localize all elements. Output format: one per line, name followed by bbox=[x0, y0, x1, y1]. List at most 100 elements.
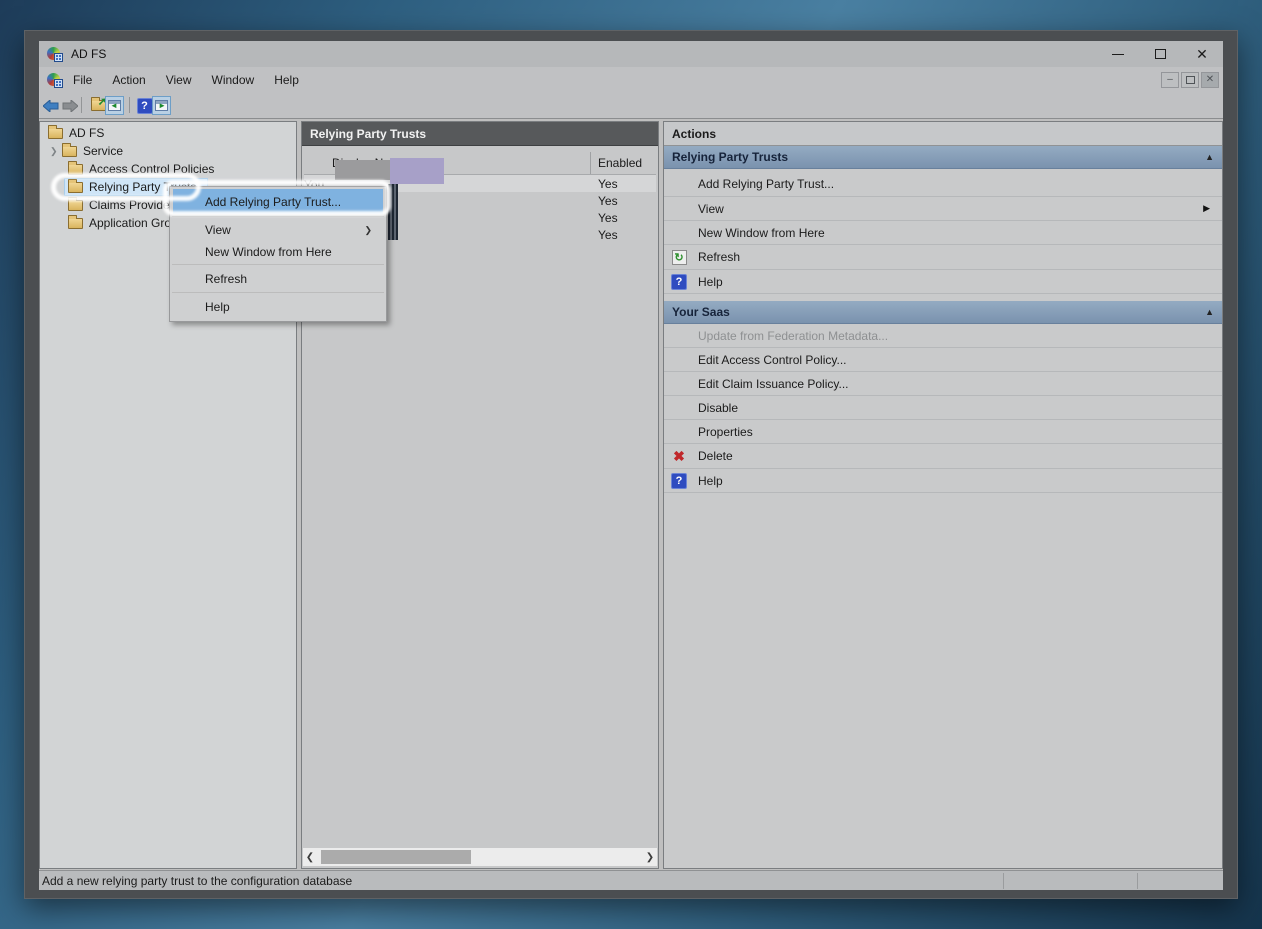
action-edit-claim-issuance-policy[interactable]: Edit Claim Issuance Policy... bbox=[664, 372, 1222, 396]
folder-icon bbox=[68, 182, 83, 193]
column-divider[interactable] bbox=[590, 152, 591, 174]
column-header-enabled[interactable]: Enabled bbox=[598, 152, 642, 174]
minimize-button[interactable] bbox=[1097, 41, 1139, 67]
status-bar-separator bbox=[1003, 873, 1004, 889]
actions-pane-title: Actions bbox=[664, 122, 1222, 146]
redaction-block-gray bbox=[335, 160, 390, 180]
context-menu-help[interactable]: Help bbox=[170, 295, 386, 319]
section-title: Your Saas bbox=[672, 305, 730, 319]
adfs-console-window: AD FS ✕ File Action View Window Help – ✕ bbox=[24, 30, 1238, 899]
action-disable[interactable]: Disable bbox=[664, 396, 1222, 420]
menu-window[interactable]: Window bbox=[202, 67, 265, 92]
console-tree-icon: ◄ bbox=[108, 100, 121, 111]
desktop-background: AD FS ✕ File Action View Window Help – ✕ bbox=[0, 0, 1262, 929]
menu-help[interactable]: Help bbox=[264, 67, 309, 92]
window-title: AD FS bbox=[71, 47, 106, 61]
action-delete[interactable]: ✖ Delete bbox=[664, 444, 1222, 469]
actions-pane: Actions Relying Party Trusts ▲ Add Relyi… bbox=[663, 121, 1223, 869]
show-action-pane-button[interactable]: ► bbox=[152, 96, 171, 115]
adfs-grid-icon bbox=[54, 79, 63, 88]
help-icon: ? bbox=[671, 473, 687, 489]
mdi-window-controls: – ✕ bbox=[1161, 72, 1219, 88]
maximize-button[interactable] bbox=[1139, 41, 1181, 67]
action-edit-access-control-policy[interactable]: Edit Access Control Policy... bbox=[664, 348, 1222, 372]
show-console-tree-button[interactable]: ◄ bbox=[105, 96, 124, 115]
tree-item-adfs-root[interactable]: AD FS bbox=[48, 124, 104, 142]
menu-view[interactable]: View bbox=[156, 67, 202, 92]
action-help[interactable]: ? Help bbox=[664, 270, 1222, 294]
list-pane-title: Relying Party Trusts bbox=[302, 122, 658, 146]
folder-icon bbox=[68, 164, 83, 175]
context-menu-add-relying-party-trust[interactable]: Add Relying Party Trust... bbox=[173, 189, 383, 214]
toolbar-separator bbox=[81, 97, 82, 113]
folder-icon bbox=[68, 200, 83, 211]
context-menu: Add Relying Party Trust... View ❯ New Wi… bbox=[169, 186, 387, 322]
redaction-block-purple bbox=[390, 158, 444, 184]
help-icon: ? bbox=[137, 98, 153, 114]
menu-separator bbox=[172, 292, 384, 293]
collapse-arrow-icon[interactable]: ▲ bbox=[1205, 152, 1214, 162]
tree-item-service[interactable]: ❯ Service bbox=[50, 142, 123, 160]
table-row-enabled-value[interactable]: Yes bbox=[598, 192, 618, 209]
folder-icon bbox=[68, 218, 83, 229]
table-row-enabled-value[interactable]: Yes bbox=[598, 226, 618, 243]
menu-separator bbox=[172, 264, 384, 265]
back-button[interactable] bbox=[42, 96, 59, 115]
mdi-restore-icon bbox=[1186, 76, 1195, 84]
context-menu-view[interactable]: View ❯ bbox=[170, 219, 386, 241]
table-row-enabled-value[interactable]: Yes bbox=[598, 209, 618, 226]
action-new-window-from-here[interactable]: New Window from Here bbox=[664, 221, 1222, 245]
scroll-right-arrow-icon[interactable]: ❯ bbox=[643, 852, 657, 863]
context-menu-new-window-from-here[interactable]: New Window from Here bbox=[170, 241, 386, 263]
adfs-app-icon bbox=[47, 46, 63, 62]
minimize-icon bbox=[1112, 54, 1124, 55]
expander-chevron-icon[interactable]: ❯ bbox=[50, 146, 60, 157]
horizontal-scrollbar[interactable]: ❮ ❯ bbox=[303, 848, 657, 866]
table-row-enabled-value[interactable]: Yes bbox=[598, 175, 618, 192]
tree-item-access-control-policies[interactable]: Access Control Policies bbox=[68, 160, 214, 178]
mdi-close-button[interactable]: ✕ bbox=[1201, 72, 1219, 88]
window-controls: ✕ bbox=[1097, 41, 1223, 67]
maximize-icon bbox=[1155, 49, 1166, 59]
refresh-icon: ↻ bbox=[671, 249, 687, 265]
adfs-grid-icon bbox=[54, 53, 63, 62]
actions-section-relying-party-trusts[interactable]: Relying Party Trusts ▲ bbox=[664, 146, 1222, 169]
help-icon: ? bbox=[671, 274, 687, 290]
title-bar[interactable]: AD FS ✕ bbox=[39, 41, 1223, 67]
collapse-arrow-icon[interactable]: ▲ bbox=[1205, 307, 1214, 317]
menu-file[interactable]: File bbox=[63, 67, 102, 92]
section-title: Relying Party Trusts bbox=[672, 150, 788, 164]
toolbar-separator bbox=[129, 97, 130, 113]
toolbar: ➚ ◄ ? ► bbox=[39, 92, 1223, 119]
action-add-relying-party-trust[interactable]: Add Relying Party Trust... bbox=[664, 172, 1222, 197]
mdi-restore-button[interactable] bbox=[1181, 72, 1199, 88]
action-pane-icon: ► bbox=[155, 100, 168, 111]
menu-separator bbox=[172, 216, 384, 217]
menu-bar: File Action View Window Help – ✕ bbox=[39, 67, 1223, 92]
close-icon: ✕ bbox=[1196, 46, 1208, 63]
mdi-minimize-button[interactable]: – bbox=[1161, 72, 1179, 88]
submenu-arrow-icon: ❯ bbox=[364, 225, 372, 236]
back-arrow-icon bbox=[43, 100, 59, 112]
close-button[interactable]: ✕ bbox=[1181, 41, 1223, 67]
action-update-from-federation-metadata: Update from Federation Metadata... bbox=[664, 324, 1222, 348]
scroll-left-arrow-icon[interactable]: ❮ bbox=[303, 852, 317, 863]
context-menu-refresh[interactable]: Refresh bbox=[170, 267, 386, 291]
folder-icon bbox=[62, 146, 77, 157]
forward-button[interactable] bbox=[61, 96, 78, 115]
forward-arrow-icon bbox=[62, 100, 78, 112]
redaction-stripes bbox=[388, 184, 398, 240]
adfs-app-icon-small bbox=[47, 72, 63, 88]
submenu-arrow-icon: ▶ bbox=[1203, 203, 1210, 214]
action-view[interactable]: View ▶ bbox=[664, 197, 1222, 221]
delete-icon: ✖ bbox=[671, 448, 687, 464]
menu-action[interactable]: Action bbox=[102, 67, 155, 92]
status-bar-separator bbox=[1137, 873, 1138, 889]
toolbar-help-button[interactable]: ? bbox=[136, 96, 153, 115]
action-refresh[interactable]: ↻ Refresh bbox=[664, 245, 1222, 270]
actions-section-your-saas[interactable]: Your Saas ▲ bbox=[664, 301, 1222, 324]
action-pane-toggle-frame: ► bbox=[152, 96, 171, 115]
scrollbar-thumb[interactable] bbox=[321, 850, 471, 864]
action-help-your-saas[interactable]: ? Help bbox=[664, 469, 1222, 493]
action-properties[interactable]: Properties bbox=[664, 420, 1222, 444]
